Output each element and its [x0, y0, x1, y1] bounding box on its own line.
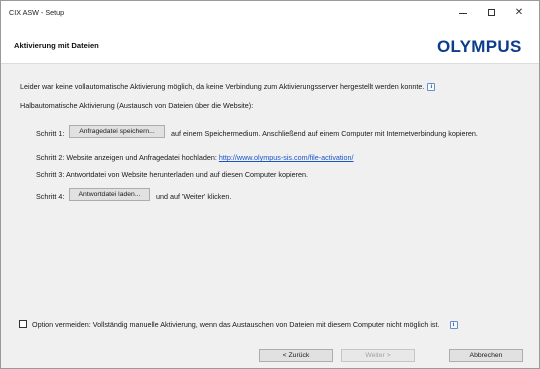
page-title: Aktivierung mit Dateien: [14, 41, 99, 50]
maximize-button[interactable]: [477, 1, 505, 23]
step-3-text: Antwortdatei von Website herunterladen u…: [65, 170, 308, 179]
wizard-header: Aktivierung mit Dateien OLYMPUS: [1, 23, 539, 64]
info-icon[interactable]: i: [427, 83, 436, 92]
step-2-text: Website anzeigen und Anfragedatei hochla…: [66, 153, 217, 162]
option-checkbox[interactable]: [19, 320, 27, 328]
cancel-button-label: Abbrechen: [469, 352, 503, 359]
minimize-button[interactable]: [449, 1, 477, 23]
activation-website-link[interactable]: http://www.olympus-sis.com/file-activati…: [219, 153, 354, 162]
step-1-label: Schritt 1:: [36, 129, 65, 138]
title-bar: CIX ASW - Setup ✕: [1, 1, 539, 23]
load-response-file-button[interactable]: Antwortdatei laden...: [69, 188, 150, 201]
step-4-text: und auf 'Weiter' klicken.: [156, 192, 232, 201]
option-row: Option vermeiden: Vollständig manuelle A…: [32, 320, 458, 330]
next-button-label: Weiter >: [365, 352, 391, 359]
load-response-file-label: Antwortdatei laden...: [78, 191, 141, 198]
minimize-icon: [459, 12, 467, 14]
step-1-text: auf einem Speichermedium. Anschließend a…: [171, 129, 478, 138]
option-info-icon[interactable]: i: [449, 321, 458, 330]
step-3: Schritt 3: Antwortdatei von Website heru…: [36, 170, 308, 179]
info-message: Leider war keine vollautomatische Aktivi…: [20, 82, 436, 92]
section-heading: Halbautomatische Aktivierung (Austausch …: [20, 101, 254, 110]
maximize-icon: [487, 8, 495, 16]
save-request-file-label: Anfragedatei speichern...: [79, 128, 155, 135]
close-icon: ✕: [514, 6, 524, 18]
wizard-content: Leider war keine vollautomatische Aktivi…: [1, 64, 539, 368]
option-text[interactable]: Option vermeiden: Vollständig manuelle A…: [32, 320, 440, 329]
window-title: CIX ASW - Setup: [9, 8, 65, 17]
back-button[interactable]: < Zurück: [259, 349, 333, 362]
back-button-label: < Zurück: [282, 352, 310, 359]
info-text: Leider war keine vollautomatische Aktivi…: [20, 82, 425, 91]
step-2: Schritt 2: Website anzeigen und Anfraged…: [36, 153, 354, 162]
step-3-label: Schritt 3:: [36, 170, 65, 179]
close-button[interactable]: ✕: [505, 1, 533, 23]
olympus-logo: OLYMPUS: [437, 37, 522, 56]
save-request-file-button[interactable]: Anfragedatei speichern...: [69, 125, 165, 138]
setup-window: CIX ASW - Setup ✕ Aktivierung mit Dateie…: [0, 0, 540, 369]
step-2-label: Schritt 2:: [36, 153, 65, 162]
step-4-label: Schritt 4:: [36, 192, 65, 201]
next-button[interactable]: Weiter >: [341, 349, 415, 362]
cancel-button[interactable]: Abbrechen: [449, 349, 523, 362]
